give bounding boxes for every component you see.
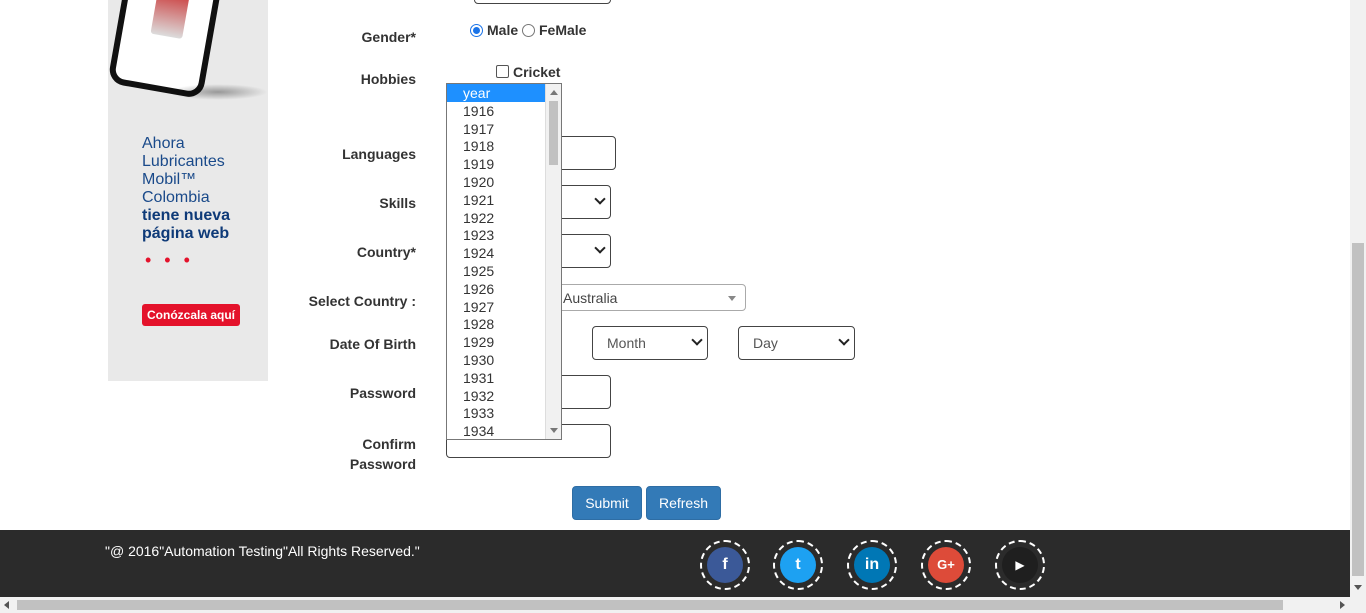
chevron-down-icon bbox=[594, 242, 606, 254]
select-country-combobox[interactable]: Australia bbox=[556, 284, 746, 311]
year-options[interactable]: year 1916 1917 1918 1919 1920 1921 1922 1923 1924… bbox=[447, 84, 545, 439]
page-viewport: Ahora Lubricantes Mobil™ Colombia tiene … bbox=[0, 0, 1366, 613]
year-option[interactable]: 1928 bbox=[447, 315, 545, 333]
scroll-up-icon[interactable] bbox=[550, 90, 558, 95]
year-option[interactable]: 1929 bbox=[447, 333, 545, 351]
select-country-value: Australia bbox=[563, 290, 618, 306]
year-option[interactable]: 1918 bbox=[447, 137, 545, 155]
year-option[interactable]: 1931 bbox=[447, 369, 545, 387]
gender-male-radio[interactable] bbox=[470, 24, 483, 37]
page-hscroll-thumb[interactable] bbox=[17, 600, 1283, 610]
scroll-thumb[interactable] bbox=[549, 101, 558, 165]
chevron-down-icon bbox=[594, 193, 606, 205]
hobbies-label: Hobbies bbox=[360, 71, 416, 87]
page-vertical-scrollbar[interactable] bbox=[1350, 0, 1366, 597]
footer: "@ 2016"Automation Testing"All Rights Re… bbox=[0, 530, 1350, 597]
ad-dots: • • • bbox=[145, 250, 194, 270]
scroll-right-icon[interactable] bbox=[1340, 601, 1345, 609]
year-option[interactable]: 1925 bbox=[447, 262, 545, 280]
facebook-icon: f bbox=[707, 547, 743, 583]
scroll-down-icon[interactable] bbox=[1354, 585, 1362, 590]
year-option[interactable]: 1926 bbox=[447, 280, 545, 298]
ad-cta-button[interactable]: Conózcala aquí bbox=[142, 304, 241, 326]
scroll-down-icon[interactable] bbox=[550, 428, 558, 433]
gender-female-radio[interactable] bbox=[522, 24, 535, 37]
year-option[interactable]: 1923 bbox=[447, 226, 545, 244]
languages-label: Languages bbox=[342, 146, 416, 162]
page-scroll-thumb[interactable] bbox=[1352, 243, 1364, 576]
skills-label: Skills bbox=[379, 195, 416, 211]
email-field[interactable] bbox=[474, 0, 611, 4]
ad-banner[interactable]: Ahora Lubricantes Mobil™ Colombia tiene … bbox=[108, 0, 268, 381]
refresh-button[interactable]: Refresh bbox=[646, 486, 721, 520]
ad-text: Ahora Lubricantes Mobil™ Colombia tiene … bbox=[142, 135, 231, 242]
twitter-icon: t bbox=[780, 547, 816, 583]
year-option[interactable]: 1924 bbox=[447, 244, 545, 262]
gender-female-label[interactable]: FeMale bbox=[539, 22, 586, 38]
year-option[interactable]: 1930 bbox=[447, 351, 545, 369]
year-option[interactable]: 1920 bbox=[447, 173, 545, 191]
year-option[interactable]: 1922 bbox=[447, 209, 545, 227]
year-option[interactable]: 1933 bbox=[447, 404, 545, 422]
hobby-cricket-label[interactable]: Cricket bbox=[513, 64, 560, 80]
youtube-link[interactable]: ▶ bbox=[995, 540, 1045, 590]
year-option[interactable]: 1919 bbox=[447, 155, 545, 173]
year-option[interactable]: 1921 bbox=[447, 191, 545, 209]
submit-button[interactable]: Submit bbox=[572, 486, 642, 520]
year-dropdown-list[interactable]: year 1916 1917 1918 1919 1920 1921 1922 1923 1924… bbox=[446, 83, 562, 440]
dob-month-select[interactable]: Month bbox=[592, 326, 708, 360]
facebook-link[interactable]: f bbox=[700, 540, 750, 590]
google-plus-icon: G+ bbox=[928, 547, 964, 583]
linkedin-link[interactable]: in bbox=[847, 540, 897, 590]
gender-label: Gender* bbox=[361, 29, 416, 45]
password-label: Password bbox=[349, 385, 416, 401]
google-plus-link[interactable]: G+ bbox=[921, 540, 971, 590]
scroll-left-icon[interactable] bbox=[4, 601, 9, 609]
confirm-password-label: Confirm Password bbox=[349, 436, 416, 472]
year-option[interactable]: 1934 bbox=[447, 422, 545, 439]
caret-down-icon bbox=[728, 296, 736, 301]
dob-label: Date Of Birth bbox=[329, 336, 416, 352]
year-option[interactable]: 1932 bbox=[447, 387, 545, 405]
country-label: Country* bbox=[356, 244, 416, 260]
year-option[interactable]: 1927 bbox=[447, 298, 545, 316]
chevron-down-icon bbox=[838, 334, 850, 346]
youtube-icon: ▶ bbox=[1002, 547, 1038, 583]
year-option[interactable]: 1916 bbox=[447, 102, 545, 120]
dob-day-select[interactable]: Day bbox=[738, 326, 855, 360]
year-option[interactable]: year bbox=[447, 84, 545, 102]
page-horizontal-scrollbar[interactable] bbox=[0, 597, 1366, 613]
year-list-scrollbar[interactable] bbox=[545, 84, 561, 439]
select-country-label: Select Country : bbox=[308, 293, 416, 309]
linkedin-icon: in bbox=[854, 547, 890, 583]
copyright-text: "@ 2016"Automation Testing"All Rights Re… bbox=[105, 543, 420, 559]
hobby-cricket-checkbox[interactable] bbox=[496, 65, 509, 78]
twitter-link[interactable]: t bbox=[773, 540, 823, 590]
year-option[interactable]: 1917 bbox=[447, 120, 545, 138]
gender-male-label[interactable]: Male bbox=[487, 22, 518, 38]
chevron-down-icon bbox=[691, 334, 703, 346]
